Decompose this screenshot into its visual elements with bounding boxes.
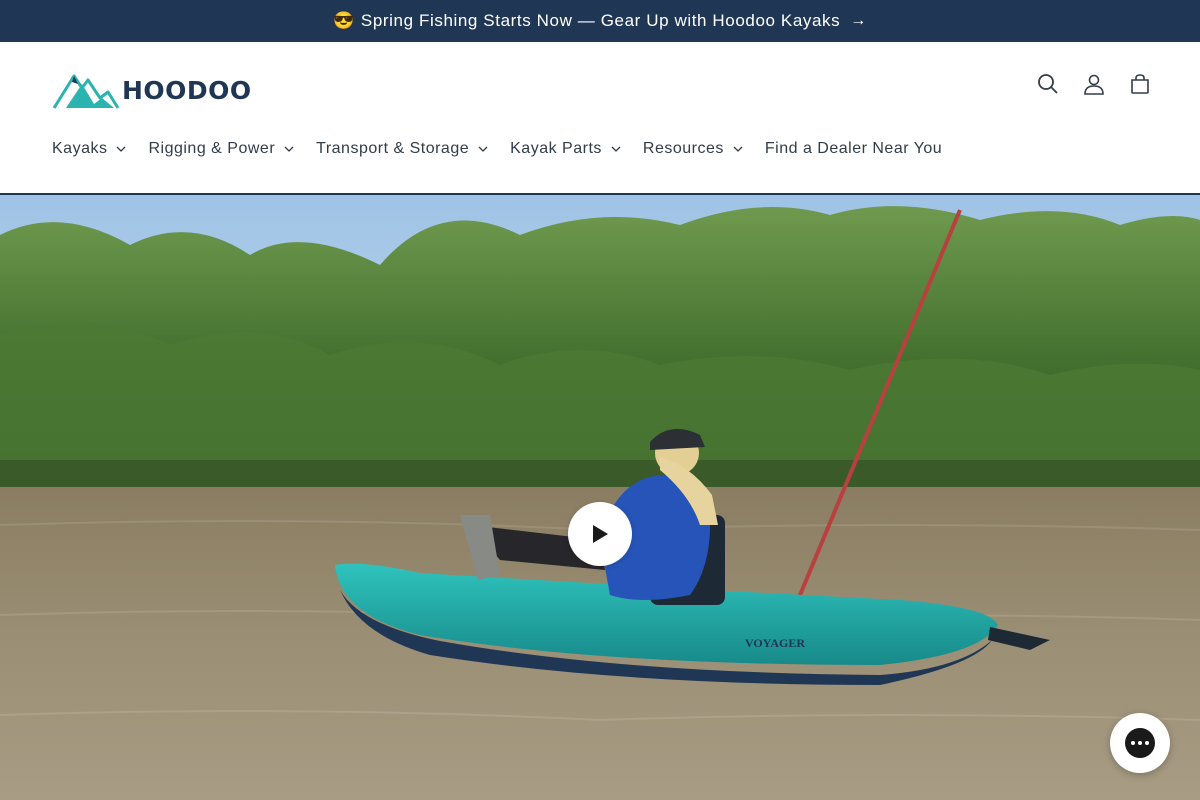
kayak-model-label: VOYAGER: [745, 636, 805, 650]
nav-item-label: Resources: [642, 140, 724, 157]
cart-icon[interactable]: [1128, 72, 1152, 96]
play-icon: [593, 525, 608, 543]
hero-video[interactable]: VOYAGER: [0, 195, 1200, 800]
chevron-down-icon: [284, 146, 294, 152]
nav-item-label: Kayaks: [52, 140, 108, 157]
chevron-down-icon: [478, 146, 488, 152]
nav-item-resources[interactable]: Resources: [643, 140, 743, 158]
chevron-down-icon: [733, 146, 743, 152]
chat-button[interactable]: [1110, 713, 1170, 773]
chat-icon: [1125, 728, 1155, 758]
sunglasses-emoji-icon: 😎: [333, 11, 355, 30]
nav-item-rigging-power[interactable]: Rigging & Power: [148, 140, 294, 158]
nav-item-kayaks[interactable]: Kayaks: [52, 140, 126, 158]
nav-item-label: Kayak Parts: [510, 140, 602, 157]
arrow-right-icon[interactable]: →: [850, 12, 867, 30]
logo-text: HOODOO: [122, 75, 252, 105]
account-icon[interactable]: [1082, 72, 1106, 96]
logo[interactable]: HOODOO: [52, 68, 252, 112]
search-icon[interactable]: [1036, 72, 1060, 96]
nav-item-label: Transport & Storage: [316, 140, 470, 157]
nav-item-find-dealer[interactable]: Find a Dealer Near You: [765, 140, 942, 158]
nav-item-kayak-parts[interactable]: Kayak Parts: [510, 140, 621, 158]
chevron-down-icon: [117, 146, 126, 152]
mountain-logo-icon: [52, 74, 120, 109]
main-nav: Kayaks Rigging & Power Transport & Stora…: [52, 140, 964, 158]
announcement-bar[interactable]: 😎 Spring Fishing Starts Now — Gear Up wi…: [0, 0, 1200, 42]
play-button[interactable]: [568, 502, 632, 566]
announcement-text[interactable]: Spring Fishing Starts Now — Gear Up with…: [361, 11, 840, 31]
nav-item-transport-storage[interactable]: Transport & Storage: [316, 140, 488, 158]
site-header: HOODOO Kayaks Rigging & Power Transport …: [0, 42, 1200, 195]
nav-item-label: Find a Dealer Near You: [764, 140, 943, 157]
hero-video-still: VOYAGER: [0, 195, 1200, 800]
nav-item-label: Rigging & Power: [148, 140, 276, 157]
chevron-down-icon: [611, 146, 621, 152]
